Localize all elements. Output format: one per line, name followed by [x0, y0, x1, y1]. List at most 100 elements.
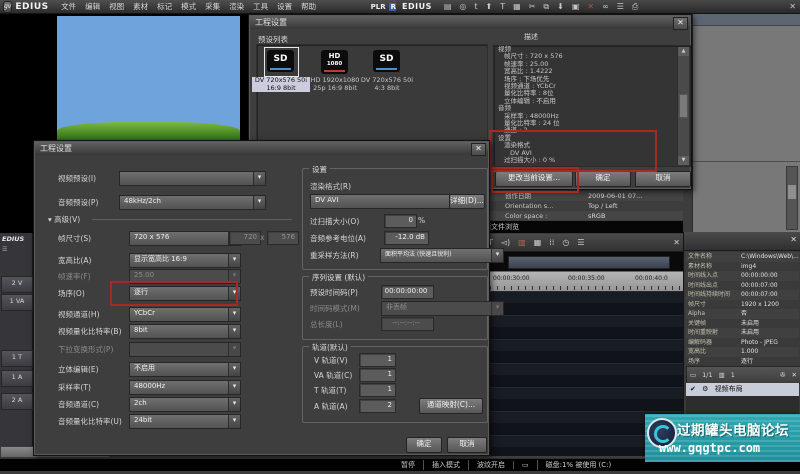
- detail-button[interactable]: 详细(D)...: [449, 194, 485, 209]
- dialog1-cancel-button[interactable]: 取消: [635, 171, 691, 187]
- dialog1-titlebar[interactable]: 工程设置: [250, 16, 690, 29]
- menu-edit[interactable]: 编辑: [85, 1, 100, 12]
- plr-button[interactable]: PLR: [371, 3, 386, 11]
- timeline-close-icon[interactable]: ✕: [673, 238, 680, 247]
- dialog2-titlebar[interactable]: 工程设置: [35, 142, 488, 155]
- video-preset-dropdown[interactable]: [119, 171, 266, 186]
- meta-row-colorspace: Color space : sRGB: [490, 211, 683, 220]
- preset-sd-widescreen[interactable]: SD: [267, 50, 294, 72]
- film-icon[interactable]: ▥: [518, 238, 526, 247]
- grid-icon[interactable]: ▦: [534, 238, 542, 247]
- image-icon[interactable]: ▣: [572, 1, 580, 13]
- audio-preset-label: 音频预设(P): [58, 198, 99, 207]
- preset-hd1080[interactable]: HD 1080: [321, 50, 348, 74]
- preset-timecode-field[interactable]: 00:00:00:00: [381, 285, 434, 299]
- preset-label[interactable]: DV 720x576 50i 16:9 8bit: [252, 76, 310, 92]
- sample-rate-dropdown[interactable]: 48000Hz: [129, 380, 241, 395]
- folder-icon[interactable]: ▤: [444, 1, 452, 13]
- va-track-label: VA 轨道(C): [314, 371, 353, 380]
- menu-clip[interactable]: 素材: [133, 1, 148, 12]
- copy-icon[interactable]: ⧉: [543, 1, 549, 13]
- loop-icon[interactable]: ∞: [602, 1, 609, 13]
- overscan-field[interactable]: 0: [384, 214, 417, 228]
- ruler-label: 00:00:30:00: [493, 275, 530, 282]
- bin-pane-header: [693, 14, 800, 26]
- render-format-dropdown[interactable]: DV AVI: [310, 194, 466, 209]
- bin-window-title: EDIUS: [402, 2, 432, 11]
- audio-reference-field[interactable]: -12.0 dB: [384, 231, 429, 245]
- change-current-settings-button[interactable]: 更改当前设置...: [495, 171, 573, 187]
- menu-marker[interactable]: 标记: [157, 1, 172, 12]
- va-track-field[interactable]: 1: [359, 368, 396, 382]
- resample-dropdown[interactable]: 面积平均法 (快速且锐利): [380, 248, 504, 263]
- list-view-icon[interactable]: ☰: [617, 1, 624, 13]
- audio-channel-dropdown[interactable]: 2ch: [129, 397, 241, 412]
- menu-file[interactable]: 文件: [61, 1, 76, 12]
- menu-render[interactable]: 渲染: [229, 1, 244, 12]
- aspect-ratio-dropdown[interactable]: 显示宽高比 16:9: [129, 253, 241, 268]
- dialog2-ok-button[interactable]: 确定: [406, 437, 442, 453]
- vertical-scrollbar[interactable]: [786, 166, 798, 230]
- advanced-toggle[interactable]: ▾ 高级(V): [48, 214, 80, 225]
- menu-icon[interactable]: ☰: [577, 238, 584, 247]
- scroll-down-icon[interactable]: ▼: [678, 156, 689, 165]
- cut-icon[interactable]: ✂: [529, 1, 536, 13]
- menu-settings[interactable]: 设置: [277, 1, 292, 12]
- monitor-icon[interactable]: ▦: [513, 1, 521, 13]
- track-header-a1[interactable]: 1 A: [1, 370, 33, 387]
- track-header-va[interactable]: 1 VA: [1, 294, 33, 311]
- audio-bit-depth-label: 音频量化比特率(U): [58, 417, 122, 426]
- dialog2-cancel-button[interactable]: 取消: [447, 437, 487, 453]
- track-header-v[interactable]: 2 V: [1, 276, 33, 293]
- checkbox-checked-icon[interactable]: ✔: [690, 385, 696, 393]
- timeline-ruler[interactable]: 00:00:30:00 00:00:35:00 00:00:40:0: [490, 271, 683, 291]
- mini-toolbar-icon[interactable]: ☰: [2, 246, 7, 253]
- a-track-field[interactable]: 2: [359, 399, 396, 413]
- preset-label[interactable]: DV 720x576 50i 4:3 8bit: [358, 76, 416, 92]
- source-browser-bar[interactable]: 源文件浏览: [478, 221, 683, 233]
- description-scrollbar[interactable]: ▲ ▼: [677, 47, 689, 165]
- field-order-dropdown[interactable]: 逐行: [129, 286, 241, 301]
- frame-size-dropdown[interactable]: 720 x 576: [129, 231, 241, 246]
- preset-sd-43[interactable]: SD: [373, 50, 400, 72]
- search-icon[interactable]: ◎: [459, 1, 466, 13]
- scroll-up-icon[interactable]: ▲: [678, 47, 689, 56]
- scrollbar-thumb[interactable]: [508, 256, 670, 269]
- preset-label[interactable]: HD 1920x1080 25p 16:9 8bit: [306, 76, 364, 92]
- scrollbar-thumb[interactable]: [679, 94, 688, 119]
- print-icon[interactable]: ⎙: [632, 1, 638, 13]
- timeline-scroll-strip[interactable]: [490, 252, 683, 271]
- reel-icon[interactable]: ✇: [780, 371, 785, 379]
- menu-capture[interactable]: 采集: [205, 1, 220, 12]
- v-track-field[interactable]: 1: [359, 353, 396, 367]
- video-channel-dropdown[interactable]: YCbCr: [129, 307, 241, 322]
- video-bit-depth-dropdown[interactable]: 8bit: [129, 324, 241, 339]
- scrollbar-thumb[interactable]: [788, 185, 796, 199]
- title-tool-icon[interactable]: T: [500, 1, 505, 13]
- effects-close-icon[interactable]: ✕: [792, 371, 797, 379]
- clock-icon[interactable]: ◷: [562, 238, 569, 247]
- bin-close-icon[interactable]: ✕: [789, 1, 796, 13]
- audio-bit-depth-dropdown[interactable]: 24bit: [129, 414, 241, 429]
- stereo-edit-dropdown[interactable]: 不启用: [129, 362, 241, 377]
- menu-tools[interactable]: 工具: [253, 1, 268, 12]
- speaker-icon[interactable]: ◅): [501, 238, 510, 247]
- menu-view[interactable]: 视图: [109, 1, 124, 12]
- download-icon[interactable]: ⬇: [557, 1, 564, 13]
- channel-map-button[interactable]: 通道映射(C)...: [419, 398, 483, 414]
- menu-mode[interactable]: 模式: [181, 1, 196, 12]
- effect-row-video-layout[interactable]: ✔ ⚙ 视频布局: [686, 383, 799, 396]
- delete-icon[interactable]: ✕: [587, 1, 594, 13]
- menu-help[interactable]: 帮助: [301, 1, 316, 12]
- dialog1-close-icon[interactable]: ✕: [673, 17, 688, 30]
- track-header-a2[interactable]: 2 A: [1, 393, 33, 410]
- panel-close-icon[interactable]: ✕: [790, 235, 797, 244]
- mixer-icon[interactable]: ⁞⁞: [549, 238, 554, 247]
- dialog1-ok-button[interactable]: 确定: [575, 171, 631, 187]
- export-icon[interactable]: ⬆: [486, 1, 493, 13]
- audio-preset-dropdown[interactable]: 48kHz/2ch: [119, 195, 266, 210]
- dialog2-close-icon[interactable]: ✕: [471, 143, 486, 156]
- track-header-t[interactable]: 1 T: [1, 350, 33, 367]
- t-track-field[interactable]: 1: [359, 383, 396, 397]
- lowercase-t-icon[interactable]: t: [474, 1, 477, 13]
